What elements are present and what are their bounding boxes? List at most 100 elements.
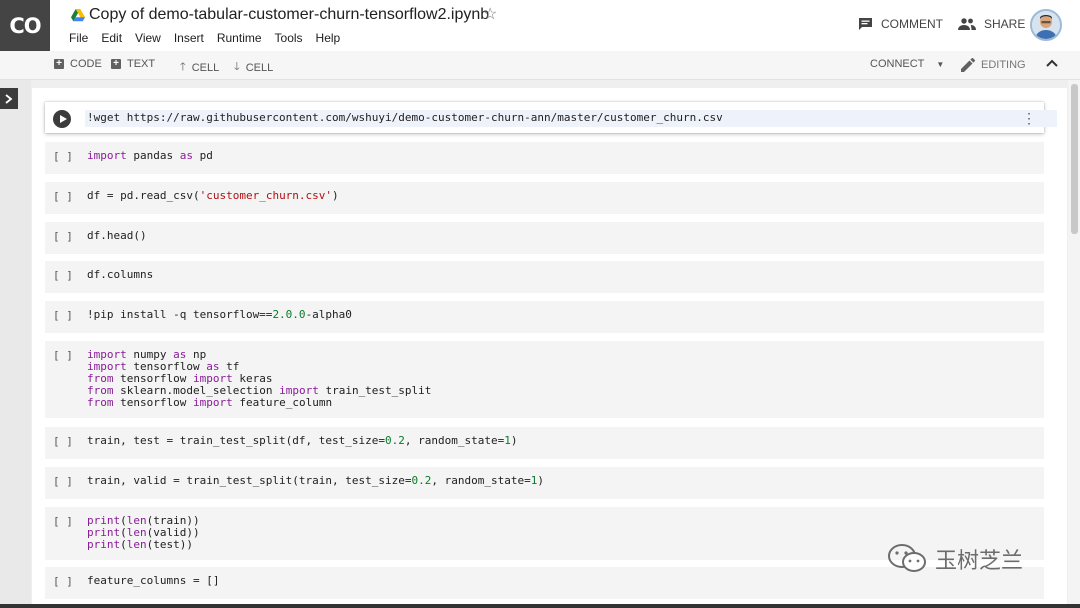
move-cell-up-button[interactable]: 🡑 CELL <box>180 58 219 77</box>
code-line: df.head() <box>87 230 147 242</box>
code-token: (test)) <box>146 538 193 551</box>
code-token: -alpha0 <box>305 308 352 321</box>
add-code-button[interactable]: + CODE <box>54 58 102 70</box>
editing-mode-button[interactable]: EDITING <box>961 58 1026 72</box>
connect-label: CONNECT <box>870 58 925 70</box>
code-token: ) <box>537 474 544 487</box>
code-cell[interactable]: [ ] df.head() <box>45 222 1044 254</box>
run-cell-button[interactable]: [ ] <box>53 150 73 163</box>
run-cell-button[interactable]: [ ] <box>53 435 73 448</box>
bottom-bar <box>0 604 1080 608</box>
code-token: as <box>179 149 193 162</box>
run-cell-button[interactable]: [ ] <box>53 349 73 362</box>
move-cell-down-button[interactable]: 🡓 CELL <box>234 58 273 77</box>
code-cell[interactable]: [ ] import pandas as pd <box>45 142 1044 174</box>
menu-runtime[interactable]: Runtime <box>217 31 262 45</box>
code-cell[interactable]: [ ] import numpy as np import tensorflow a… <box>45 341 1044 418</box>
share-button[interactable]: SHARE <box>958 17 1025 31</box>
code-token: !wget https://raw.githubusercontent.com/… <box>87 111 723 124</box>
cell-code-editor[interactable]: train, valid = train_test_split(train, t… <box>87 475 544 487</box>
cell-code-editor[interactable]: import pandas as pd <box>87 150 213 162</box>
cell-code-editor[interactable]: !wget https://raw.githubusercontent.com/… <box>87 112 723 124</box>
notebook-title[interactable]: Copy of demo-tabular-customer-churn-tens… <box>89 6 489 24</box>
wechat-icon <box>888 544 926 572</box>
code-token: df.columns <box>87 268 154 281</box>
run-cell-button[interactable]: [ ] <box>53 475 73 488</box>
code-cell[interactable]: [ ] train, valid = train_test_split(train… <box>45 467 1044 499</box>
run-cell-button[interactable]: [ ] <box>53 515 73 528</box>
cell-code-editor[interactable]: feature_columns = [] <box>87 575 219 587</box>
run-cell-button[interactable]: [ ] <box>53 309 73 322</box>
cell-code-editor[interactable]: df.columns <box>87 269 153 281</box>
code-line: from tensorflow import feature_column <box>87 397 431 409</box>
code-token: !pip install -q tensorflow== <box>87 308 273 321</box>
collapse-header-button[interactable] <box>1046 55 1058 71</box>
code-line: print(len(test)) <box>87 539 200 551</box>
code-token: 'customer_churn.csv' <box>199 189 333 202</box>
more-vert-icon[interactable]: ⋮ <box>1022 109 1036 127</box>
code-token: feature_column <box>232 396 333 409</box>
avatar-image <box>1032 11 1060 39</box>
code-token: from <box>87 396 114 409</box>
connect-button[interactable]: CONNECT ▼ <box>870 58 944 70</box>
code-line: train, test = train_test_split(df, test_… <box>87 435 517 447</box>
code-token: ( <box>120 538 127 551</box>
pencil-icon <box>961 58 975 72</box>
scrollbar-thumb[interactable] <box>1071 84 1078 234</box>
comment-button[interactable]: COMMENT <box>858 17 943 31</box>
menu-help[interactable]: Help <box>316 31 341 45</box>
code-token: train_test_split <box>318 384 432 397</box>
add-text-button[interactable]: + TEXT <box>111 58 155 70</box>
code-token: 0.2 <box>385 434 405 447</box>
run-cell-button[interactable]: [ ] <box>53 269 73 282</box>
menu-file[interactable]: File <box>69 31 88 45</box>
code-token: ) <box>510 434 518 447</box>
share-label: SHARE <box>984 17 1026 31</box>
menu-bar: File Edit View Insert Runtime Tools Help <box>69 31 353 45</box>
user-avatar[interactable] <box>1030 9 1062 41</box>
code-token: train, valid = train_test_split(train, t… <box>87 474 412 487</box>
code-cell[interactable]: [ ] df = pd.read_csv('customer_churn.csv'… <box>45 182 1044 214</box>
code-cell[interactable]: [ ] df.columns <box>45 261 1044 293</box>
code-cell[interactable]: [ ] !pip install -q tensorflow==2.0.0-alp… <box>45 301 1044 333</box>
cell-code-editor[interactable]: train, test = train_test_split(df, test_… <box>87 435 517 447</box>
code-line: !wget https://raw.githubusercontent.com/… <box>87 112 723 124</box>
move-cell-up-label: CELL <box>191 61 220 74</box>
code-token: ) <box>332 189 339 202</box>
editing-label: EDITING <box>981 59 1026 71</box>
code-token: len <box>126 538 147 551</box>
star-icon[interactable]: ☆ <box>483 5 497 25</box>
chevron-right-icon <box>5 93 13 104</box>
menu-view[interactable]: View <box>135 31 161 45</box>
run-cell-button[interactable]: [ ] <box>53 230 73 243</box>
run-cell-button[interactable]: [ ] <box>53 190 73 203</box>
colab-logo[interactable]: CO <box>0 0 50 51</box>
left-panel-strip <box>0 80 31 608</box>
add-text-label: TEXT <box>127 58 156 70</box>
menu-insert[interactable]: Insert <box>174 31 204 45</box>
cell-code-editor[interactable]: df.head() <box>87 230 147 242</box>
plus-icon: + <box>54 59 64 69</box>
cell-code-editor[interactable]: print(len(train)) print(len(valid)) print(… <box>87 515 200 551</box>
arrow-up-icon: 🡑 <box>180 61 186 73</box>
expand-sidebar-button[interactable] <box>0 88 18 109</box>
code-cell[interactable]: [ ] train, test = train_test_split(df, te… <box>45 427 1044 459</box>
menu-tools[interactable]: Tools <box>275 31 303 45</box>
run-cell-icon[interactable] <box>53 110 71 128</box>
menu-edit[interactable]: Edit <box>101 31 122 45</box>
code-token: 1 <box>504 434 511 447</box>
code-token: pandas <box>126 149 180 162</box>
code-token: , random_state= <box>404 434 505 447</box>
code-token: 2.0.0 <box>272 308 306 321</box>
run-cell-button[interactable]: [ ] <box>53 575 73 588</box>
cell-code-editor[interactable]: !pip install -q tensorflow==2.0.0-alpha0 <box>87 309 352 321</box>
code-line: df.columns <box>87 269 153 281</box>
cell-code-editor[interactable]: import numpy as np import tensorflow as t… <box>87 349 431 409</box>
notebook-toolbar: + CODE + TEXT 🡑 CELL 🡓 CELL CONNECT ▼ ED… <box>0 51 1080 80</box>
code-token: df = pd.read_csv( <box>87 189 200 202</box>
cell-code-editor[interactable]: df = pd.read_csv('customer_churn.csv') <box>87 190 339 202</box>
watermark-text: 玉树芝兰 <box>935 549 1024 574</box>
code-line: feature_columns = [] <box>87 575 219 587</box>
google-drive-icon <box>71 9 85 22</box>
code-cell-active[interactable]: ⋮ !wget https://raw.githubusercontent.com… <box>45 102 1057 133</box>
